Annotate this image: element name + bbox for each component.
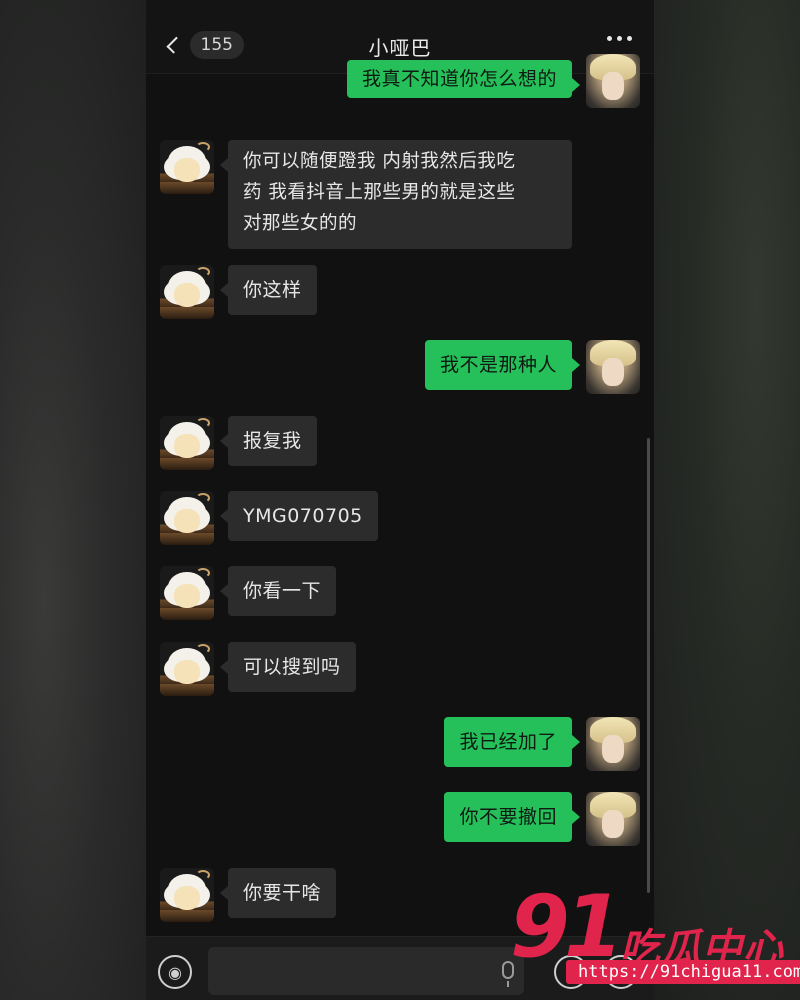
message-row-incoming: 你看一下 <box>160 566 337 620</box>
message-bubble[interactable]: 我不是那种人 <box>424 340 581 390</box>
message-input[interactable] <box>208 947 524 995</box>
contact-avatar[interactable] <box>160 140 214 194</box>
contact-avatar[interactable] <box>160 265 214 319</box>
message-bubble[interactable]: 你这样 <box>220 265 317 315</box>
message-row-outgoing: 你不要撤回 <box>444 792 640 846</box>
message-bubble[interactable]: 你可以随便蹬我 内射我然后我吃 药 我看抖音上那些男的就是这些 对那些女的的 <box>220 140 572 249</box>
message-row-outgoing: 我不是那种人 <box>424 340 640 394</box>
message-row-outgoing: 我已经加了 <box>444 717 640 771</box>
watermark-number: 91 <box>510 877 624 977</box>
message-row-incoming: YMG070705 <box>160 491 378 545</box>
message-bubble[interactable]: 报复我 <box>220 416 317 466</box>
message-bubble[interactable]: 我真不知道你怎么想的 <box>346 60 581 98</box>
voice-toggle-icon[interactable]: ◉ <box>158 955 192 989</box>
message-bubble[interactable]: 你看一下 <box>219 566 337 616</box>
my-avatar[interactable] <box>586 54 640 108</box>
message-row-incoming: 你要干啥 <box>160 868 337 922</box>
my-avatar[interactable] <box>586 792 640 846</box>
my-avatar[interactable] <box>586 717 640 771</box>
contact-avatar[interactable] <box>160 566 214 620</box>
message-bubble[interactable]: 可以搜到吗 <box>220 642 356 692</box>
message-row-incoming: 你这样 <box>160 265 317 319</box>
watermark-logo: 91 吃瓜中心 https://91chigua11.com <box>510 880 800 1000</box>
message-bubble[interactable]: 你要干啥 <box>219 868 337 918</box>
message-bubble[interactable]: 你不要撤回 <box>444 792 580 842</box>
contact-avatar[interactable] <box>160 642 214 696</box>
background-right <box>654 0 800 1000</box>
background-left <box>0 0 146 1000</box>
more-dots-icon[interactable] <box>607 36 632 41</box>
my-avatar[interactable] <box>586 340 640 394</box>
watermark-url: https://91chigua11.com <box>566 960 800 984</box>
contact-avatar[interactable] <box>160 416 214 470</box>
message-row-incoming: 报复我 <box>160 416 317 470</box>
contact-avatar[interactable] <box>160 491 214 545</box>
chat-title: 小哑巴 <box>368 36 432 60</box>
message-row-incoming: 可以搜到吗 <box>160 642 356 696</box>
message-bubble[interactable]: 我已经加了 <box>444 717 580 767</box>
message-row-outgoing: 我真不知道你怎么想的 <box>346 54 640 108</box>
message-bubble[interactable]: YMG070705 <box>220 491 378 541</box>
contact-avatar[interactable] <box>160 868 214 922</box>
chat-screen: 155 小哑巴 我真不知道你怎么想的 你可以随便蹬我 内射我然后我吃 药 我看抖… <box>146 0 654 1000</box>
scrollbar[interactable] <box>647 438 650 893</box>
message-row-incoming: 你可以随便蹬我 内射我然后我吃 药 我看抖音上那些男的就是这些 对那些女的的 <box>160 140 572 249</box>
